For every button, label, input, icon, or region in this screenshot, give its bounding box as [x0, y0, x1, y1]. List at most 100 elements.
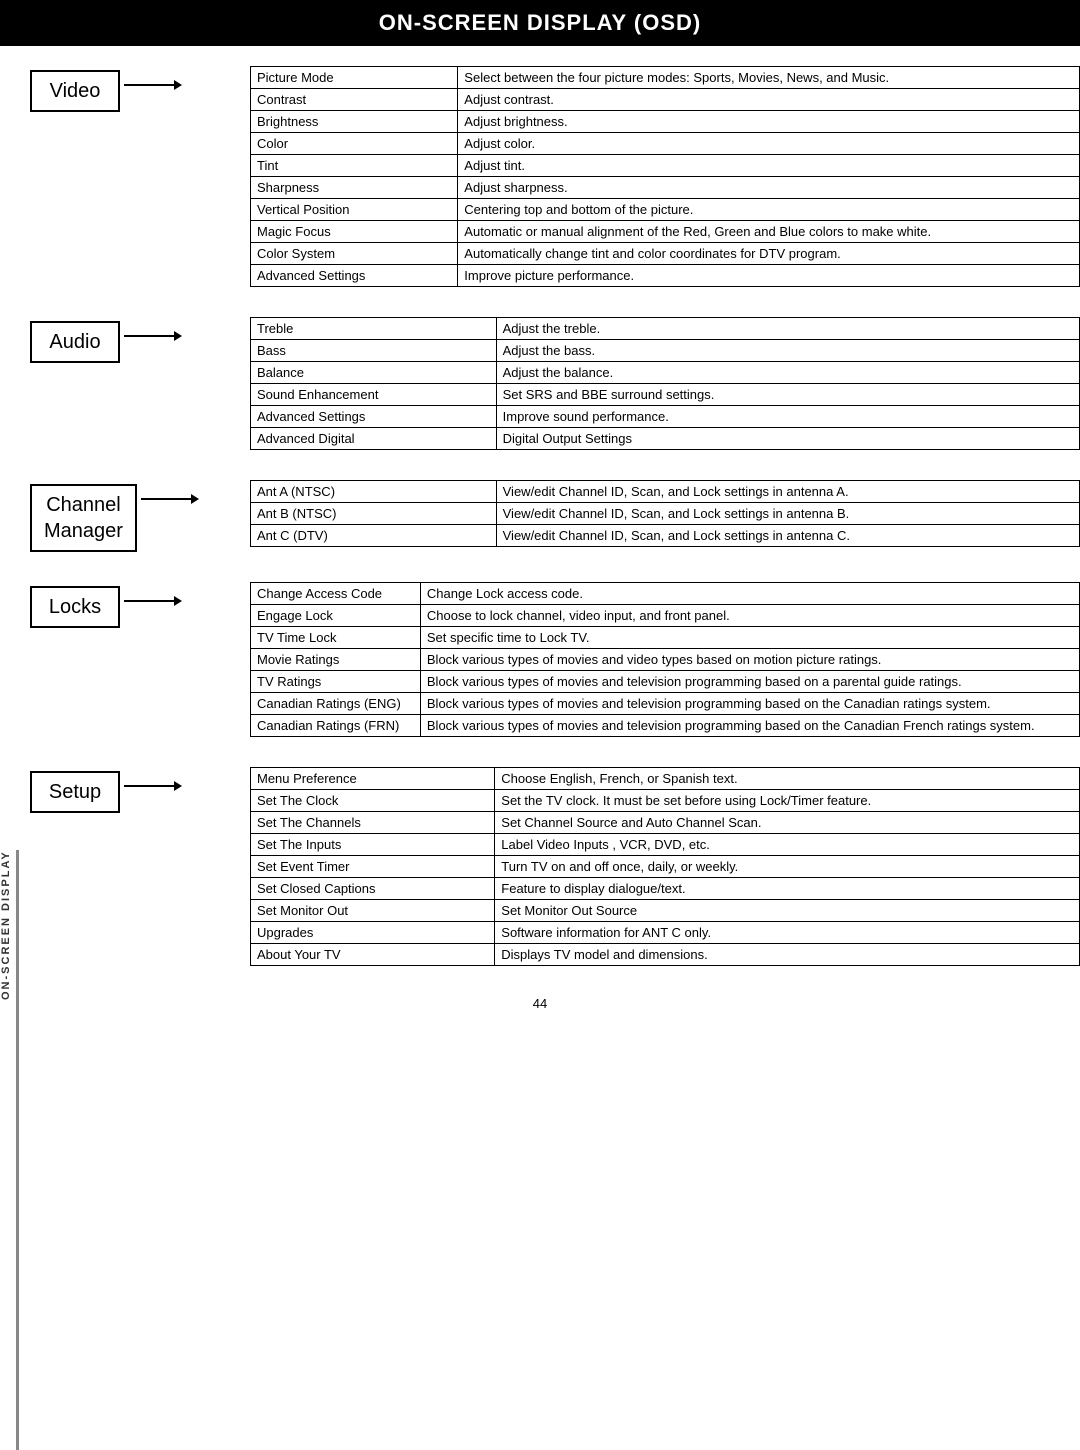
- item-name: Set Event Timer: [251, 856, 495, 878]
- item-description: Improve picture performance.: [458, 265, 1080, 287]
- section-label-video: Video: [30, 70, 120, 112]
- item-name: Movie Ratings: [251, 649, 421, 671]
- page-title: ON-SCREEN DISPLAY (OSD): [0, 0, 1080, 46]
- section-label-locks: Locks: [30, 586, 120, 628]
- items-wrapper-video: Picture ModeSelect between the four pict…: [250, 66, 1080, 287]
- items-table-setup: Menu PreferenceChoose English, French, o…: [250, 767, 1080, 966]
- item-name: Color System: [251, 243, 458, 265]
- item-name: TV Time Lock: [251, 627, 421, 649]
- table-row: TV Time LockSet specific time to Lock TV…: [251, 627, 1080, 649]
- item-name: Tint: [251, 155, 458, 177]
- item-name: Set Closed Captions: [251, 878, 495, 900]
- table-row: BalanceAdjust the balance.: [251, 362, 1080, 384]
- section-label-wrapper-setup: Setup: [30, 767, 250, 813]
- arrow-channel: [141, 484, 199, 504]
- item-description: Choose English, French, or Spanish text.: [495, 768, 1080, 790]
- table-row: TintAdjust tint.: [251, 155, 1080, 177]
- table-row: Set The ClockSet the TV clock. It must b…: [251, 790, 1080, 812]
- items-table-audio: TrebleAdjust the treble.BassAdjust the b…: [250, 317, 1080, 450]
- item-name: Treble: [251, 318, 497, 340]
- item-name: Contrast: [251, 89, 458, 111]
- item-name: Balance: [251, 362, 497, 384]
- table-row: Menu PreferenceChoose English, French, o…: [251, 768, 1080, 790]
- item-name: Engage Lock: [251, 605, 421, 627]
- arrow-line-channel: [141, 494, 199, 504]
- table-row: Advanced SettingsImprove sound performan…: [251, 406, 1080, 428]
- item-description: Turn TV on and off once, daily, or weekl…: [495, 856, 1080, 878]
- item-description: Adjust contrast.: [458, 89, 1080, 111]
- arrow-head-audio: [174, 331, 182, 341]
- item-description: View/edit Channel ID, Scan, and Lock set…: [496, 503, 1079, 525]
- item-description: Adjust the balance.: [496, 362, 1079, 384]
- table-row: Set Monitor OutSet Monitor Out Source: [251, 900, 1080, 922]
- page-number: 44: [0, 996, 1080, 1011]
- table-row: Vertical PositionCentering top and botto…: [251, 199, 1080, 221]
- item-name: Set The Clock: [251, 790, 495, 812]
- item-description: Set SRS and BBE surround settings.: [496, 384, 1079, 406]
- sidebar-vertical-label: ON-SCREEN DISPLAY: [0, 850, 19, 1450]
- item-name: Sharpness: [251, 177, 458, 199]
- table-row: Ant C (DTV)View/edit Channel ID, Scan, a…: [251, 525, 1080, 547]
- item-description: Centering top and bottom of the picture.: [458, 199, 1080, 221]
- item-description: Software information for ANT C only.: [495, 922, 1080, 944]
- arrow-line-audio: [124, 331, 182, 341]
- section-setup: Setup Menu PreferenceChoose English, Fre…: [30, 767, 1080, 966]
- item-description: Set Monitor Out Source: [495, 900, 1080, 922]
- item-name: Ant B (NTSC): [251, 503, 497, 525]
- table-row: TV RatingsBlock various types of movies …: [251, 671, 1080, 693]
- item-description: Feature to display dialogue/text.: [495, 878, 1080, 900]
- item-description: Displays TV model and dimensions.: [495, 944, 1080, 966]
- arrow-audio: [124, 321, 182, 341]
- table-row: Advanced SettingsImprove picture perform…: [251, 265, 1080, 287]
- item-name: Ant C (DTV): [251, 525, 497, 547]
- item-description: Choose to lock channel, video input, and…: [420, 605, 1079, 627]
- table-row: TrebleAdjust the treble.: [251, 318, 1080, 340]
- item-name: Advanced Settings: [251, 406, 497, 428]
- table-row: Set Event TimerTurn TV on and off once, …: [251, 856, 1080, 878]
- table-row: Change Access CodeChange Lock access cod…: [251, 583, 1080, 605]
- item-name: Magic Focus: [251, 221, 458, 243]
- item-description: Block various types of movies and televi…: [420, 715, 1079, 737]
- item-name: Canadian Ratings (FRN): [251, 715, 421, 737]
- item-name: Vertical Position: [251, 199, 458, 221]
- table-row: Movie RatingsBlock various types of movi…: [251, 649, 1080, 671]
- section-label-wrapper-locks: Locks: [30, 582, 250, 628]
- item-name: Upgrades: [251, 922, 495, 944]
- arrow-h-line-locks: [124, 600, 174, 602]
- items-wrapper-channel: Ant A (NTSC)View/edit Channel ID, Scan, …: [250, 480, 1080, 547]
- item-description: Adjust tint.: [458, 155, 1080, 177]
- table-row: SharpnessAdjust sharpness.: [251, 177, 1080, 199]
- item-description: Block various types of movies and televi…: [420, 671, 1079, 693]
- arrow-head-video: [174, 80, 182, 90]
- table-row: Set Closed CaptionsFeature to display di…: [251, 878, 1080, 900]
- arrow-head-channel: [191, 494, 199, 504]
- item-description: View/edit Channel ID, Scan, and Lock set…: [496, 481, 1079, 503]
- item-description: Label Video Inputs , VCR, DVD, etc.: [495, 834, 1080, 856]
- table-row: Ant A (NTSC)View/edit Channel ID, Scan, …: [251, 481, 1080, 503]
- item-description: Block various types of movies and televi…: [420, 693, 1079, 715]
- item-description: Automatically change tint and color coor…: [458, 243, 1080, 265]
- items-table-locks: Change Access CodeChange Lock access cod…: [250, 582, 1080, 737]
- arrow-h-line-setup: [124, 785, 174, 787]
- section-label-wrapper-video: Video: [30, 66, 250, 112]
- table-row: BassAdjust the bass.: [251, 340, 1080, 362]
- item-description: Set Channel Source and Auto Channel Scan…: [495, 812, 1080, 834]
- section-label-wrapper-channel: ChannelManager: [30, 480, 250, 552]
- item-name: Color: [251, 133, 458, 155]
- items-table-channel: Ant A (NTSC)View/edit Channel ID, Scan, …: [250, 480, 1080, 547]
- arrow-line-locks: [124, 596, 182, 606]
- arrow-h-line-audio: [124, 335, 174, 337]
- item-description: View/edit Channel ID, Scan, and Lock set…: [496, 525, 1079, 547]
- table-row: Engage LockChoose to lock channel, video…: [251, 605, 1080, 627]
- item-name: Sound Enhancement: [251, 384, 497, 406]
- section-locks: Locks Change Access CodeChange Lock acce…: [30, 582, 1080, 737]
- arrow-setup: [124, 771, 182, 791]
- item-name: Change Access Code: [251, 583, 421, 605]
- item-description: Set the TV clock. It must be set before …: [495, 790, 1080, 812]
- table-row: Canadian Ratings (FRN)Block various type…: [251, 715, 1080, 737]
- table-row: ColorAdjust color.: [251, 133, 1080, 155]
- arrow-head-locks: [174, 596, 182, 606]
- item-name: TV Ratings: [251, 671, 421, 693]
- item-name: Advanced Settings: [251, 265, 458, 287]
- arrow-locks: [124, 586, 182, 606]
